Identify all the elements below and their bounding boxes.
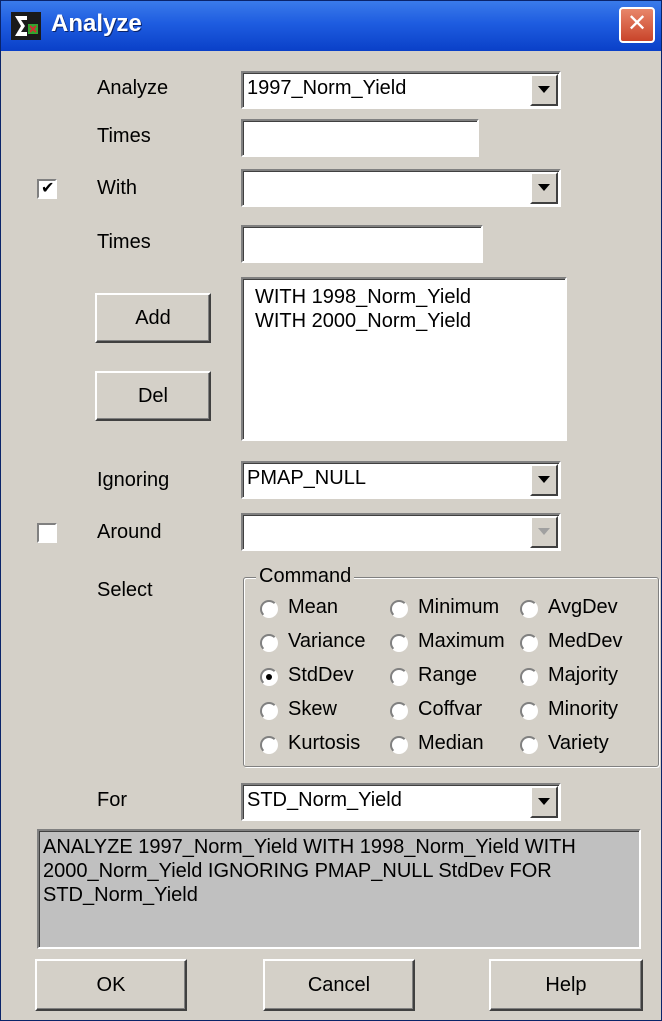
radio-label: Minority: [548, 698, 619, 720]
for-dropdown[interactable]: STD_Norm_Yield: [241, 783, 561, 821]
times-label-1: Times: [97, 125, 151, 147]
radio-label: Coffvar: [418, 698, 483, 720]
ignoring-dropdown-button[interactable]: [530, 464, 558, 496]
del-button[interactable]: Del: [95, 371, 211, 421]
with-checkbox[interactable]: ✔: [37, 179, 57, 199]
radio-label: Skew: [288, 698, 337, 720]
radio-circle: [520, 634, 538, 652]
radio-label: Minimum: [418, 596, 500, 618]
ignoring-dropdown-value: PMAP_NULL: [247, 467, 366, 489]
radio-label: Variety: [548, 732, 609, 754]
chevron-down-icon: [538, 798, 550, 805]
radio-circle: [520, 600, 538, 618]
analyze-app-icon: [11, 12, 41, 40]
chevron-down-icon: [538, 184, 550, 191]
analyze-label: Analyze: [97, 77, 169, 99]
radio-circle: [390, 702, 408, 720]
for-dropdown-button[interactable]: [530, 786, 558, 818]
radio-selected-dot: [266, 674, 272, 680]
radio-label: AvgDev: [548, 596, 618, 618]
radio-circle: [390, 600, 408, 618]
radio-label: Median: [418, 732, 484, 754]
radio-circle: [520, 668, 538, 686]
around-dropdown[interactable]: [241, 513, 561, 551]
radio-circle: [260, 702, 278, 720]
radio-label: StdDev: [288, 664, 354, 686]
with-dropdown[interactable]: [241, 169, 561, 207]
select-label: Select: [97, 579, 153, 601]
with-list[interactable]: WITH 1998_Norm_Yield WITH 2000_Norm_Yiel…: [241, 277, 567, 441]
chevron-down-icon: [538, 86, 550, 93]
ok-button[interactable]: OK: [35, 959, 187, 1011]
checkmark-icon: ✔: [41, 180, 55, 197]
ignoring-dropdown[interactable]: PMAP_NULL: [241, 461, 561, 499]
around-label: Around: [97, 521, 162, 543]
around-dropdown-button[interactable]: [530, 516, 558, 548]
radio-circle: [260, 634, 278, 652]
with-label: With: [97, 177, 137, 199]
radio-circle: [260, 668, 278, 686]
cancel-button[interactable]: Cancel: [263, 959, 415, 1011]
title-bar[interactable]: Analyze ✕: [1, 1, 661, 51]
help-button[interactable]: Help: [489, 959, 643, 1011]
radio-label: Variance: [288, 630, 366, 652]
list-item[interactable]: WITH 1998_Norm_Yield: [255, 285, 565, 309]
with-dropdown-button[interactable]: [530, 172, 558, 204]
times-input-1[interactable]: [241, 119, 479, 157]
add-button[interactable]: Add: [95, 293, 211, 343]
around-checkbox[interactable]: [37, 523, 57, 543]
radio-label: Maximum: [418, 630, 505, 652]
radio-circle: [520, 702, 538, 720]
chevron-down-icon: [538, 528, 550, 535]
times-label-2: Times: [97, 231, 151, 253]
for-label: For: [97, 789, 127, 811]
command-legend: Command: [256, 565, 355, 588]
radio-label: Mean: [288, 596, 339, 618]
chevron-down-icon: [538, 476, 550, 483]
command-summary: ANALYZE 1997_Norm_Yield WITH 1998_Norm_Y…: [37, 829, 641, 949]
radio-circle: [390, 736, 408, 754]
times-input-2[interactable]: [241, 225, 483, 263]
close-button[interactable]: ✕: [619, 7, 655, 43]
radio-label: Range: [418, 664, 477, 686]
radio-label: Kurtosis: [288, 732, 361, 754]
analyze-dialog: Analyze ✕ Analyze 1997_Norm_Yield Times …: [0, 0, 662, 1021]
radio-label: MedDev: [548, 630, 623, 652]
list-item[interactable]: WITH 2000_Norm_Yield: [255, 309, 565, 333]
analyze-dropdown[interactable]: 1997_Norm_Yield: [241, 71, 561, 109]
close-icon: ✕: [626, 10, 648, 37]
radio-circle: [260, 600, 278, 618]
analyze-dropdown-button[interactable]: [530, 74, 558, 106]
radio-circle: [390, 668, 408, 686]
radio-label: Majority: [548, 664, 619, 686]
radio-circle: [260, 736, 278, 754]
radio-circle: [390, 634, 408, 652]
ignoring-label: Ignoring: [97, 469, 170, 491]
command-group: Command Mean Minimum AvgDev Variance Maximum…: [243, 565, 659, 767]
window-title: Analyze: [51, 10, 142, 37]
radio-circle: [520, 736, 538, 754]
analyze-dropdown-value: 1997_Norm_Yield: [247, 77, 407, 99]
for-dropdown-value: STD_Norm_Yield: [247, 789, 402, 811]
